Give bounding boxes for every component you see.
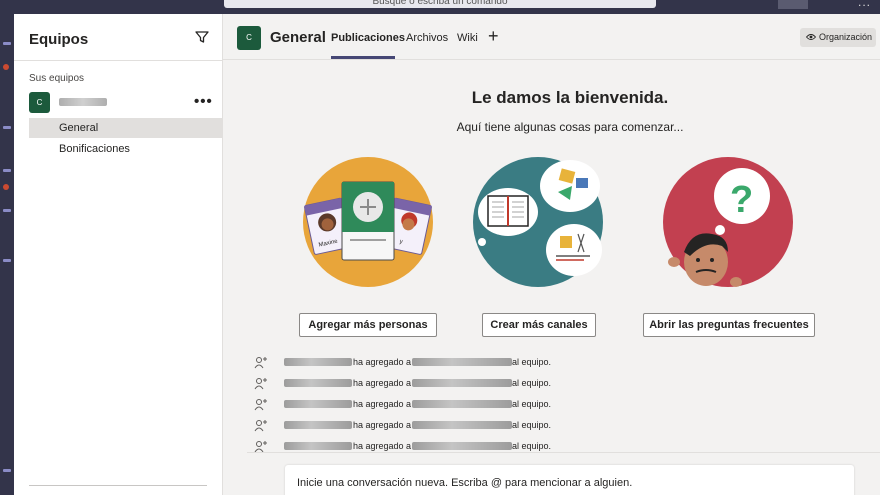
panel-title: Equipos	[29, 31, 89, 48]
rail-item[interactable]	[3, 469, 11, 472]
divider	[29, 485, 207, 486]
divider	[247, 452, 880, 453]
people-illustration: Maxine y	[303, 157, 433, 287]
user-name-redacted	[412, 442, 512, 450]
rail-item[interactable]	[3, 42, 11, 45]
team-name-redacted	[59, 98, 107, 106]
user-name-redacted	[284, 421, 352, 429]
add-user-icon	[254, 378, 267, 390]
add-user-icon	[254, 420, 267, 432]
user-name-redacted	[284, 358, 352, 366]
compose-box[interactable]: Inicie una conversación nueva. Escriba @…	[285, 465, 854, 495]
active-tab-indicator	[331, 56, 395, 59]
activity-text: ha agregado a	[353, 399, 412, 409]
user-name-redacted	[284, 400, 352, 408]
activity-text: al equipo.	[512, 357, 552, 367]
team-item[interactable]: C •••	[14, 92, 222, 114]
channel-header: C General Publicaciones Archivos Wiki + …	[223, 14, 880, 60]
divider	[14, 60, 222, 61]
section-label: Sus equipos	[29, 73, 85, 84]
user-name-redacted	[412, 358, 512, 366]
top-bar: Busque o escriba un comando ...	[0, 0, 880, 14]
add-tab-button[interactable]: +	[488, 26, 499, 46]
create-channels-button[interactable]: Crear más canales	[482, 313, 596, 337]
tab-archivos[interactable]: Archivos	[406, 32, 448, 44]
more-options-icon[interactable]: ...	[858, 0, 871, 9]
notification-dot-icon	[3, 64, 9, 70]
channels-illustration	[473, 157, 603, 287]
filter-icon[interactable]	[195, 30, 209, 44]
add-people-button[interactable]: Agregar más personas	[299, 313, 437, 337]
activity-text: ha agregado a	[353, 357, 412, 367]
app-rail	[0, 14, 14, 495]
channel-avatar: C	[237, 26, 261, 50]
user-name-redacted	[284, 379, 352, 387]
rail-item[interactable]	[3, 126, 11, 129]
notification-dot-icon	[3, 184, 9, 190]
page-title: General	[270, 29, 326, 46]
avatar[interactable]	[778, 0, 808, 9]
activity-text: ha agregado a	[353, 420, 412, 430]
activity-row: ha agregado a al equipo.	[254, 375, 854, 391]
add-user-icon	[254, 399, 267, 411]
tab-wiki[interactable]: Wiki	[457, 32, 478, 44]
faq-illustration: ?	[663, 157, 793, 287]
teams-panel: Equipos Sus equipos C ••• General Bonifi…	[14, 14, 223, 495]
organization-button[interactable]: Organización	[800, 28, 876, 47]
user-name-redacted	[284, 442, 352, 450]
activity-text: al equipo.	[512, 420, 552, 430]
tab-publicaciones[interactable]: Publicaciones	[331, 32, 405, 44]
user-name-redacted	[412, 421, 512, 429]
open-faq-button[interactable]: Abrir las preguntas frecuentes	[643, 313, 815, 337]
channel-item-bonificaciones[interactable]: Bonificaciones	[29, 139, 222, 159]
search-input[interactable]: Busque o escriba un comando	[224, 0, 656, 8]
activity-text: al equipo.	[512, 378, 552, 388]
rail-item[interactable]	[3, 169, 11, 172]
user-name-redacted	[412, 400, 512, 408]
activity-row: ha agregado a al equipo.	[254, 396, 854, 412]
activity-text: al equipo.	[512, 399, 552, 409]
organization-label: Organización	[819, 32, 873, 42]
team-avatar: C	[29, 92, 50, 113]
add-user-icon	[254, 357, 267, 369]
activity-text: ha agregado a	[353, 378, 412, 388]
rail-item[interactable]	[3, 209, 11, 212]
activity-row: ha agregado a al equipo.	[254, 417, 854, 433]
eye-icon	[806, 34, 816, 40]
welcome-subtitle: Aquí tiene algunas cosas para comenzar..…	[456, 120, 684, 134]
channel-item-general[interactable]: General	[29, 118, 222, 138]
rail-item[interactable]	[3, 259, 11, 262]
activity-row: ha agregado a al equipo.	[254, 354, 854, 370]
user-name-redacted	[412, 379, 512, 387]
team-more-icon[interactable]: •••	[194, 93, 213, 110]
welcome-title: Le damos la bienvenida.	[471, 88, 669, 107]
question-mark-icon: ?	[730, 179, 753, 221]
